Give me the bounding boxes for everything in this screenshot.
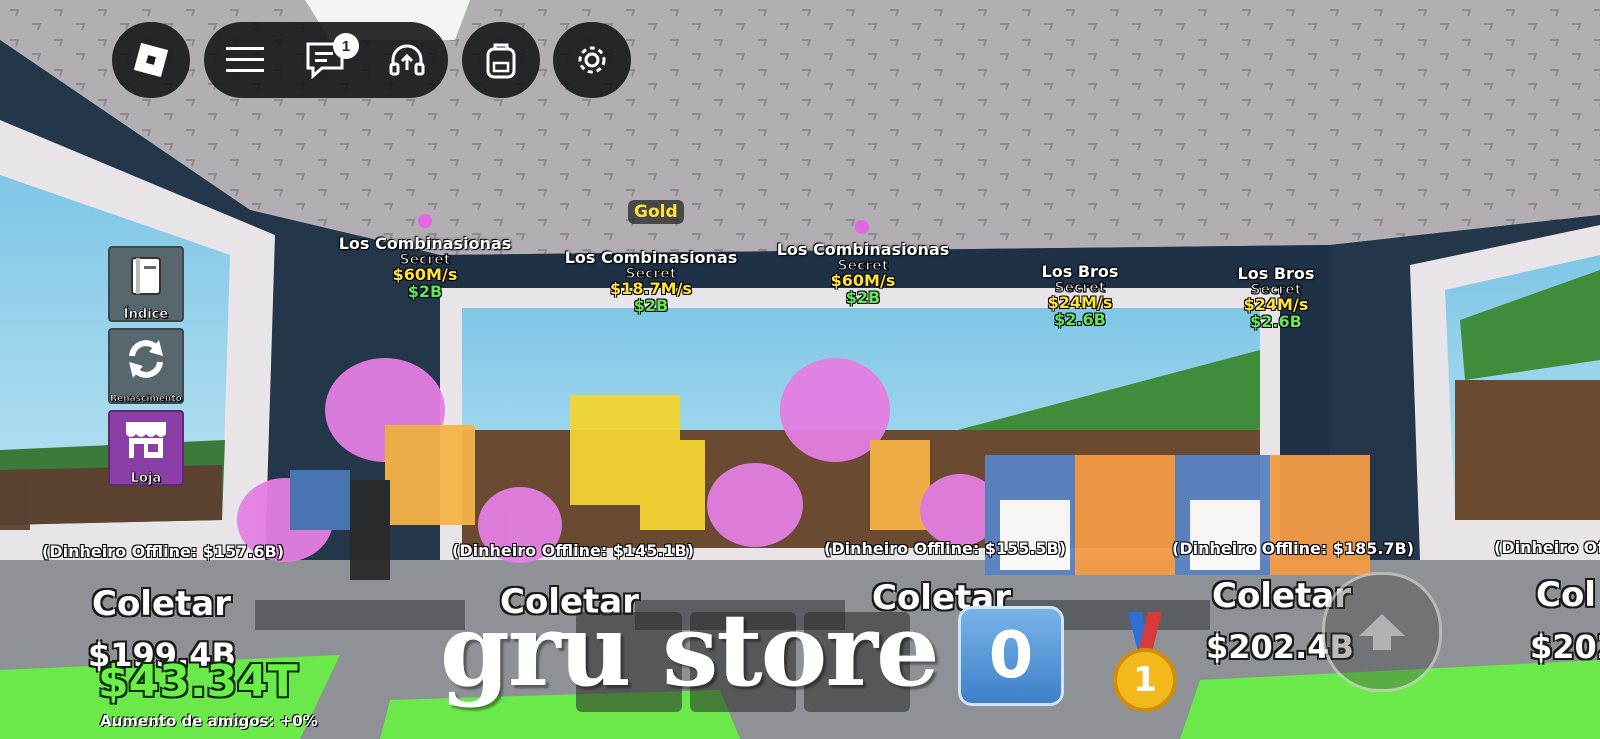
jump-button[interactable] [1322,572,1442,692]
pet-label: Los Bros Secret $24M/s $2.6B [1000,262,1160,330]
pet-label: Los Combinasionas Secret $60M/s $2B [330,234,520,302]
hamburger-icon[interactable] [220,35,270,85]
money-counter: $43.34T [98,656,298,707]
hud-group: 1 [204,22,448,98]
arrow-up-icon [1357,612,1407,652]
backpack-icon [484,41,518,79]
gear-icon [574,42,610,78]
collect-button[interactable]: Col [1536,575,1596,615]
chat-icon[interactable]: 1 [301,33,359,85]
collect-button[interactable]: Coletar [92,584,231,624]
pet-name: Los Combinasionas [564,248,738,267]
store-icon [122,418,170,462]
pet-name: Los Bros [1041,262,1119,281]
pet-label: Los Bros Secret $24M/s $2.6B [1196,264,1356,332]
rebirth-button[interactable]: Renascimento [108,328,184,404]
offline-money-label: (Dinheiro Offli [1494,538,1600,557]
pet-price: $2.6B [1250,312,1302,332]
pet-price: $2B [633,296,669,316]
offline-money-label: (Dinheiro Offline: $155.5B) [824,539,1067,558]
pet-name: Los Combinasionas [776,240,950,259]
offline-money-label: (Dinheiro Offline: $145.1B) [452,541,695,560]
settings-button[interactable] [553,22,631,98]
pet-price: $2.6B [1054,310,1106,330]
medal-number: 1 [1133,660,1157,700]
watermark-text: gru store [440,591,940,709]
index-button[interactable]: Índice [108,246,184,322]
gold-mutation-tag: Gold [628,200,684,224]
backpack-button[interactable] [462,22,540,98]
keycap-zero: 0 [958,606,1064,706]
pet-label: Los Combinasionas Secret $18.7M/s $2B [556,248,746,316]
offline-money-label: (Dinheiro Offline: $157.6B) [42,542,285,561]
offline-money-label: (Dinheiro Offline: $185.7B) [1172,539,1415,558]
pet-label: Los Combinasionas Secret $60M/s $2B [768,240,958,308]
headset-icon[interactable] [382,35,432,85]
pet-price: $2B [407,282,443,302]
pet-price: $2B [845,288,881,308]
friends-boost-label: Aumento de amigos: +0% [100,712,318,730]
medal-icon: 1 [1112,612,1178,716]
chat-badge: 1 [332,33,359,59]
roblox-logo-icon [133,42,169,78]
index-label: Índice [123,307,169,323]
refresh-icon [123,336,169,382]
rebirth-label: Renascimento [110,394,182,405]
pet-name: Los Combinasionas [338,234,512,253]
shop-label: Loja [130,471,162,487]
stand-amount: $202 [1530,628,1600,666]
book-icon [126,254,166,298]
pet-name: Los Bros [1237,264,1315,283]
roblox-menu-button[interactable] [112,22,190,98]
shop-button[interactable]: Loja [108,410,184,486]
